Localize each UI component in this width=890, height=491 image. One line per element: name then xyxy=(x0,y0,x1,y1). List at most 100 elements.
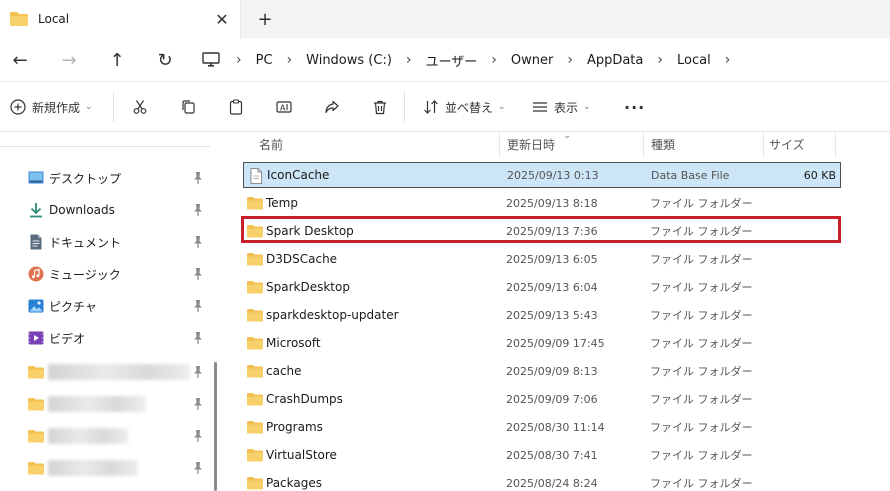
plus-circle-icon xyxy=(10,99,26,115)
rename-icon: A xyxy=(276,101,292,113)
breadcrumb: › PC › Windows (C:) › ユーザー › Owner › AppData … xyxy=(200,38,744,82)
svg-text:A: A xyxy=(280,104,286,113)
sidebar-item-downloads[interactable]: Downloads xyxy=(0,196,210,224)
file-date: 2025/09/13 5:43 xyxy=(506,308,598,322)
sort-label: 並べ替え xyxy=(445,100,494,115)
table-row[interactable]: SparkDesktop 2025/09/13 6:04 ファイル フォルダー xyxy=(243,274,841,300)
table-row[interactable]: Programs 2025/08/30 11:14 ファイル フォルダー xyxy=(243,414,841,440)
sidebar-item-folder[interactable] xyxy=(0,390,210,418)
column-divider[interactable] xyxy=(763,132,764,157)
crumb-users[interactable]: ユーザー xyxy=(426,51,478,70)
file-name: IconCache xyxy=(267,168,330,182)
clipboard-icon xyxy=(229,99,243,115)
pin-icon[interactable] xyxy=(192,331,204,345)
chevron-right-icon[interactable]: › xyxy=(643,52,677,68)
pin-icon[interactable] xyxy=(192,429,204,443)
pin-icon[interactable] xyxy=(192,299,204,313)
pin-icon[interactable] xyxy=(192,365,204,379)
sidebar-item-folder[interactable] xyxy=(0,454,210,482)
sidebar-item-desktop[interactable]: デスクトップ xyxy=(0,164,210,192)
sort-icon xyxy=(424,100,438,114)
column-divider[interactable] xyxy=(835,132,836,157)
more-button[interactable]: ··· xyxy=(624,95,645,119)
crumb-local[interactable]: Local xyxy=(677,53,711,68)
file-type: ファイル フォルダー xyxy=(650,449,753,462)
pin-icon[interactable] xyxy=(192,461,204,475)
paste-button[interactable] xyxy=(228,95,244,119)
table-row[interactable]: sparkdesktop-updater 2025/09/13 5:43 ファイ… xyxy=(243,302,841,328)
chevron-right-icon[interactable]: › xyxy=(273,52,307,68)
file-date: 2025/08/24 8:24 xyxy=(506,476,598,490)
table-row[interactable]: VirtualStore 2025/08/30 7:41 ファイル フォルダー xyxy=(243,442,841,468)
forward-button[interactable]: → xyxy=(57,48,81,72)
table-row[interactable]: CrashDumps 2025/09/09 7:06 ファイル フォルダー xyxy=(243,386,841,412)
music-icon xyxy=(28,266,44,282)
file-size: 60 KB xyxy=(803,168,836,182)
close-icon[interactable]: ✕ xyxy=(212,9,232,29)
chevron-right-icon[interactable]: › xyxy=(392,52,426,68)
table-row[interactable]: IconCache 2025/09/13 0:13 Data Base File… xyxy=(243,162,841,188)
crumb-pc[interactable]: PC xyxy=(256,53,273,68)
copy-button[interactable] xyxy=(180,95,196,119)
column-divider[interactable] xyxy=(499,132,500,157)
pin-icon[interactable] xyxy=(192,203,204,217)
crumb-owner[interactable]: Owner xyxy=(511,53,553,68)
chevron-right-icon[interactable]: › xyxy=(222,52,256,68)
pin-icon[interactable] xyxy=(192,397,204,411)
crumb-appdata[interactable]: AppData xyxy=(587,53,643,68)
sidebar-scrollbar[interactable] xyxy=(214,362,217,491)
column-header-size[interactable]: サイズ xyxy=(769,132,805,157)
view-button[interactable]: 表示 ⌄ xyxy=(532,95,591,119)
chevron-right-icon[interactable]: › xyxy=(477,52,511,68)
trash-icon xyxy=(374,100,386,115)
sidebar-item-pictures[interactable]: ピクチャ xyxy=(0,292,210,320)
up-button[interactable]: ↑ xyxy=(105,48,129,72)
pin-icon[interactable] xyxy=(192,267,204,281)
redacted-label xyxy=(48,364,190,380)
refresh-button[interactable]: ↻ xyxy=(153,48,177,72)
file-name: CrashDumps xyxy=(266,392,343,406)
cut-button[interactable] xyxy=(132,95,148,119)
desktop-icon xyxy=(28,171,44,184)
column-divider[interactable] xyxy=(643,132,644,157)
new-tab-button[interactable]: + xyxy=(255,9,275,30)
column-header-date[interactable]: 更新日時 xyxy=(507,132,555,157)
chevron-right-icon[interactable]: › xyxy=(711,52,745,68)
share-icon xyxy=(325,100,339,114)
back-button[interactable]: ← xyxy=(8,48,32,72)
sidebar-item-documents[interactable]: ドキュメント xyxy=(0,228,210,256)
table-row[interactable]: Temp 2025/09/13 8:18 ファイル フォルダー xyxy=(243,190,841,216)
folder-icon xyxy=(247,197,263,210)
table-row[interactable]: D3DSCache 2025/09/13 6:05 ファイル フォルダー xyxy=(243,246,841,272)
sidebar-item-folder[interactable] xyxy=(0,358,210,386)
file-date: 2025/09/09 7:06 xyxy=(506,392,598,406)
column-header-name[interactable]: 名前 xyxy=(259,132,283,157)
sort-button[interactable]: 並べ替え ⌄ xyxy=(423,95,506,119)
share-button[interactable] xyxy=(324,95,340,119)
new-button[interactable]: 新規作成 ⌄ xyxy=(10,95,93,119)
file-type: ファイル フォルダー xyxy=(650,421,753,434)
file-date: 2025/08/30 11:14 xyxy=(506,420,605,434)
column-header-type[interactable]: 種類 xyxy=(651,132,675,157)
table-row[interactable]: cache 2025/09/09 8:13 ファイル フォルダー xyxy=(243,358,841,384)
sidebar-item-music[interactable]: ミュージック xyxy=(0,260,210,288)
file-date: 2025/09/13 8:18 xyxy=(506,196,598,210)
file-date: 2025/09/09 17:45 xyxy=(506,336,605,350)
table-row[interactable]: Packages 2025/08/24 8:24 ファイル フォルダー xyxy=(243,470,841,491)
file-type: ファイル フォルダー xyxy=(650,393,753,406)
crumb-windows[interactable]: Windows (C:) xyxy=(306,53,392,68)
sidebar-item-videos[interactable]: ビデオ xyxy=(0,324,210,352)
rename-button[interactable]: A xyxy=(276,95,292,119)
chevron-right-icon[interactable]: › xyxy=(553,52,587,68)
pin-icon[interactable] xyxy=(192,235,204,249)
sidebar-item-folder[interactable] xyxy=(0,422,210,450)
pc-icon[interactable] xyxy=(200,52,222,68)
table-row[interactable]: Microsoft 2025/09/09 17:45 ファイル フォルダー xyxy=(243,330,841,356)
pin-icon[interactable] xyxy=(192,171,204,185)
delete-button[interactable] xyxy=(372,95,388,119)
folder-icon xyxy=(10,12,28,26)
sidebar-item-label: ドキュメント xyxy=(49,235,122,250)
address-bar: ← → ↑ ↻ › PC › Windows (C:) › ユーザー › Owner ›… xyxy=(0,38,890,82)
folder-icon xyxy=(247,393,263,406)
tab-local[interactable]: Local ✕ xyxy=(0,0,241,38)
